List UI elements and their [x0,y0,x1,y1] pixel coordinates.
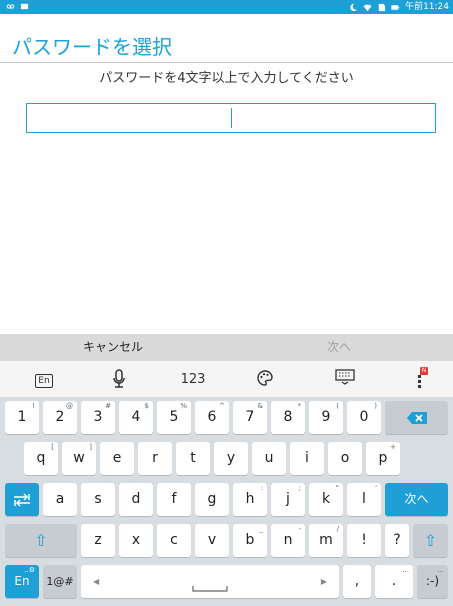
more-options-button[interactable]: N [412,367,432,391]
battery-icon [391,4,400,10]
status-time: 午前11:24 [405,2,449,12]
sim-icon [378,3,386,11]
numbers-button[interactable]: 123 [178,369,208,391]
key-h[interactable]: :h [233,483,267,516]
shift-left-key[interactable]: ⇧ [5,524,77,557]
key-k[interactable]: " k [309,483,343,516]
microphone-icon [113,369,125,388]
voicemail-icon [6,4,15,9]
password-input[interactable] [26,103,436,133]
key-j[interactable]: ; j [271,483,305,516]
theme-button[interactable] [254,369,276,391]
key-u[interactable]: u [252,442,286,475]
key-m[interactable]: / m [309,524,343,557]
page-title: パスワードを選択 [12,35,172,59]
emoticon-key[interactable]: ...:-) [417,565,448,598]
action-bar: キャンセル 次へ [0,334,453,361]
settings-icon: ..⚙ [24,566,35,574]
header-divider [0,62,453,63]
key-o[interactable]: o [328,442,362,475]
key-comma[interactable]: , [343,565,371,598]
key-9[interactable]: (9 [309,401,343,434]
cursor-right-icon: ▶ [320,577,327,586]
enter-key[interactable]: 次へ [385,483,448,516]
language-label: En [35,374,53,388]
key-c[interactable]: c [157,524,191,557]
key-t[interactable]: t [176,442,210,475]
space-key[interactable]: ◀ ▶ [81,565,339,598]
tab-icon [14,493,30,507]
shift-icon: ⇧ [34,531,48,550]
key-y[interactable]: y [214,442,248,475]
key-7[interactable]: & 7 [233,401,267,434]
key-x[interactable]: x [119,524,153,557]
key-question[interactable]: ? [385,524,409,557]
microphone-button[interactable] [108,369,130,391]
key-r[interactable]: r [138,442,172,475]
key-0[interactable]: ) 0 [347,401,381,434]
key-i[interactable]: i [290,442,324,475]
key-2[interactable]: @2 [43,401,77,434]
key-w[interactable]: ] w [62,442,96,475]
status-bar: 午前11:24 [0,0,453,14]
key-period[interactable]: .... [375,565,413,598]
backspace-icon [406,412,427,424]
key-d[interactable]: d [119,483,153,516]
notification-badge: N [420,367,428,375]
key-p[interactable]: + p [366,442,400,475]
key-a[interactable]: a [43,483,77,516]
key-e[interactable]: e [100,442,134,475]
language-toggle-button[interactable]: En [34,369,54,391]
backspace-key[interactable] [385,401,448,434]
keyboard-settings-button[interactable] [333,369,357,391]
keyboard: ! 1 @2 #3 $4 % 5 ^ 6 & 7 * 8 (9 ) 0 [q ] w e r … [0,398,453,606]
symbols-key[interactable]: 1@# [43,565,77,598]
tab-key[interactable] [5,483,39,516]
key-3[interactable]: #3 [81,401,115,434]
key-s[interactable]: s [81,483,115,516]
key-8[interactable]: * 8 [271,401,305,434]
wifi-icon [363,4,372,11]
key-1[interactable]: ! 1 [5,401,39,434]
key-l[interactable]: ' l [347,483,381,516]
key-5[interactable]: % 5 [157,401,191,434]
key-4[interactable]: $4 [119,401,153,434]
key-f[interactable]: f [157,483,191,516]
key-g[interactable]: g [195,483,229,516]
moon-icon [350,3,358,11]
shift-icon: ⇧ [423,531,438,550]
palette-icon [257,370,273,386]
next-button[interactable]: 次へ [226,334,452,361]
language-key[interactable]: ..⚙ En [5,565,39,598]
password-instruction: パスワードを4文字以上で入力してください [99,71,354,86]
key-n[interactable]: -n [271,524,305,557]
key-exclamation[interactable]: ! [347,524,381,557]
text-cursor [231,108,232,128]
key-v[interactable]: v [195,524,229,557]
image-notification-icon [20,3,29,10]
key-6[interactable]: ^ 6 [195,401,229,434]
key-b[interactable]: _ b [233,524,267,557]
keyboard-icon [335,369,355,385]
key-q[interactable]: [q [24,442,58,475]
keyboard-toolbar: En 123 N [0,361,453,398]
cancel-button[interactable]: キャンセル [0,334,226,361]
spacebar-icon [192,586,228,592]
key-z[interactable]: z [81,524,115,557]
cursor-left-icon: ◀ [93,577,100,586]
shift-right-key[interactable]: ⇧ [413,524,448,557]
